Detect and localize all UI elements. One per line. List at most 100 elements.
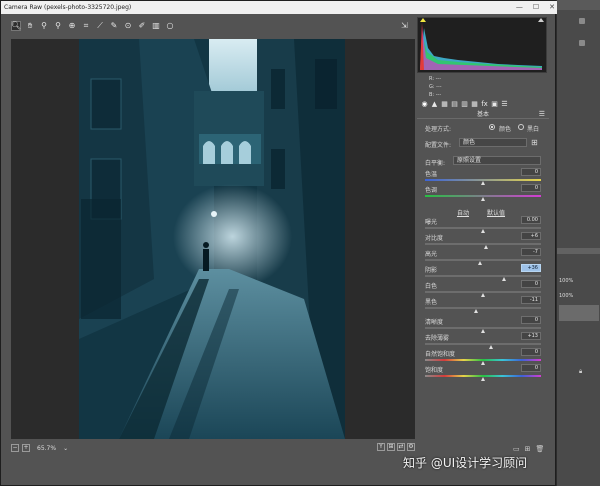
white-balance-select[interactable]: 原照设置 [453,156,541,165]
image-preview-area[interactable] [11,39,415,439]
before-after-toggle-button[interactable]: Y [377,443,385,451]
slider-thumb[interactable] [481,377,485,381]
spot-removal-tool-icon[interactable]: ✎ [109,21,119,31]
lock-icon[interactable]: 🔒︎ [579,368,585,375]
profile-select[interactable]: 颜色 [459,138,527,147]
background-opacity-value[interactable]: 100% [559,278,573,284]
treatment-label: 处理方式: [425,126,452,133]
treatment-bw-radio[interactable] [518,124,524,130]
minimize-button[interactable]: — [516,1,523,14]
zoom-dropdown-icon[interactable]: ⌄ [63,445,68,452]
adjustment-brush-icon[interactable]: ✐ [137,21,147,31]
slider-8[interactable]: 清晰度 0 [425,316,541,333]
slider-track[interactable] [425,243,541,245]
export-icon[interactable]: ⇲ [401,21,411,31]
slider-label: 高光 [425,251,438,258]
zoom-level[interactable]: 65.7% [37,445,56,452]
readout-r-label: R: [429,76,435,82]
trash-icon[interactable]: 🗑︎ [536,445,545,453]
background-fill-value[interactable]: 100% [559,293,573,299]
panel-tabs: ◉ ▲ ▦ ▤ ▥ ▦ fx ▣ ☰ [421,101,508,108]
preview-preferences-icon[interactable]: ⚙ [407,443,415,451]
crop-tool-icon[interactable]: ⌗ [81,21,91,31]
background-panel-icon[interactable] [579,18,585,24]
adjustment-panel: R: --- G: --- B: --- ◉ ▲ ▦ ▤ ▥ ▦ fx ▣ ☰ … [417,17,549,479]
profile-value: 颜色 [463,139,476,146]
graduated-filter-icon[interactable]: ▥ [151,21,161,31]
tab-effects-icon[interactable]: fx [481,101,488,108]
slider-1[interactable]: 色调 0 [425,184,541,201]
slider-value-field[interactable]: 0 [521,280,541,288]
slider-5[interactable]: 阴影 +36 [425,264,541,281]
slider-value-field[interactable]: -7 [521,248,541,256]
background-panel-icon[interactable] [579,40,585,46]
slider-track[interactable] [425,259,541,261]
slider-6[interactable]: 白色 0 [425,280,541,297]
red-eye-tool-icon[interactable]: ⊙ [123,21,133,31]
background-panel-header [557,0,600,10]
slider-label: 白色 [425,283,438,290]
new-snapshot-icon[interactable]: ▭ [513,445,520,453]
tab-hsl-icon[interactable]: ▤ [451,101,458,108]
view-layout-button[interactable]: ⊞ [387,443,395,451]
zoom-tool-icon[interactable]: 🔍︎ [11,21,21,31]
slider-track[interactable] [425,275,541,277]
tab-detail-icon[interactable]: ▦ [441,101,448,108]
slider-value-field[interactable]: 0.00 [521,216,541,224]
swap-settings-button[interactable]: ⇄ [397,443,405,451]
slider-value-field[interactable]: 0 [521,184,541,192]
slider-label: 对比度 [425,235,444,242]
layers-icon[interactable]: ⊞ [525,445,531,453]
slider-2[interactable]: 曝光 0.00 [425,216,541,233]
default-button[interactable]: 默认值 [487,208,505,217]
slider-track[interactable] [425,307,541,309]
zoom-out-button[interactable]: − [11,444,19,452]
histogram [417,17,547,73]
straighten-tool-icon[interactable]: ⟋ [95,21,105,31]
tab-split-toning-icon[interactable]: ▥ [461,101,468,108]
slider-10[interactable]: 自然饱和度 0 [425,348,541,365]
slider-thumb[interactable] [481,197,485,201]
slider-label: 饱和度 [425,367,444,374]
slider-value-field[interactable]: 0 [521,364,541,372]
slider-value-field[interactable]: +6 [521,232,541,240]
slider-label: 曝光 [425,219,438,226]
treatment-color-radio[interactable] [489,124,495,130]
close-button[interactable]: ✕ [549,1,555,14]
slider-value-field[interactable]: 0 [521,168,541,176]
tab-tone-curve-icon[interactable]: ▲ [431,101,438,108]
slider-7[interactable]: 黑色 -11 [425,296,541,313]
slider-thumb[interactable] [474,309,479,313]
slider-3[interactable]: 对比度 +6 [425,232,541,249]
slider-value-field[interactable]: 0 [521,348,541,356]
maximize-button[interactable]: ☐ [533,1,539,14]
slider-value-field[interactable]: 0 [521,316,541,324]
slider-4[interactable]: 高光 -7 [425,248,541,265]
treatment-color-label: 颜色 [499,126,512,133]
zoom-in-button[interactable]: + [22,444,30,452]
tool-bar: 🔍︎ ✋︎ ⚲ ⚲ ⊕ ⌗ ⟋ ✎ ⊙ ✐ ▥ ○ [11,19,175,33]
auto-button[interactable]: 自动 [457,208,469,217]
slider-11[interactable]: 饱和度 0 [425,364,541,381]
slider-value-field[interactable]: +36 [521,264,541,272]
tab-presets-icon[interactable]: ☰ [501,101,508,108]
tab-lens-icon[interactable]: ▦ [471,101,478,108]
slider-value-field[interactable]: +13 [521,332,541,340]
tab-basic-icon[interactable]: ◉ [421,101,428,108]
slider-track[interactable] [425,343,541,345]
background-layer-row[interactable] [559,305,599,321]
radial-filter-icon[interactable]: ○ [165,21,175,31]
hand-tool-icon[interactable]: ✋︎ [25,21,35,31]
slider-label: 自然饱和度 [425,351,456,358]
readout-g-label: G: [429,84,435,90]
targeted-adjustment-tool-icon[interactable]: ⊕ [67,21,77,31]
slider-9[interactable]: 去除薄雾 +13 [425,332,541,349]
profile-browser-icon[interactable]: ⊞ [531,138,538,147]
section-menu-icon[interactable]: ☰ [539,110,545,118]
tab-calibration-icon[interactable]: ▣ [491,101,498,108]
white-balance-tool-icon[interactable]: ⚲ [39,21,49,31]
readout-r: R: --- [417,75,547,83]
slider-value-field[interactable]: -11 [521,296,541,304]
slider-0[interactable]: 色温 0 [425,168,541,185]
color-sampler-tool-icon[interactable]: ⚲ [53,21,63,31]
